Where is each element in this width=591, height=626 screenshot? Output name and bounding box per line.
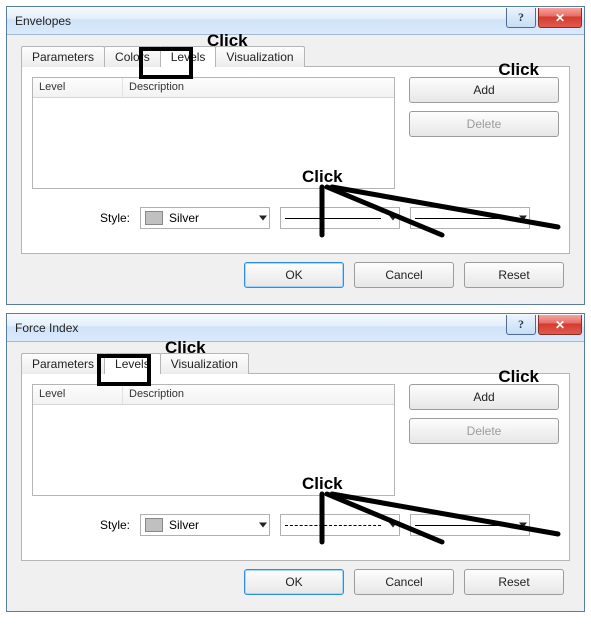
tab-strip: Parameters Levels Visualization	[21, 352, 570, 374]
delete-button: Delete	[409, 111, 559, 137]
window-title: Force Index	[15, 321, 78, 335]
list-header: Level Description	[33, 78, 394, 98]
dialog-force-index: Force Index ? ✕ Click Parameters Levels …	[6, 313, 585, 612]
tab-levels[interactable]: Levels	[104, 353, 161, 374]
levels-list[interactable]: Level Description	[32, 77, 395, 189]
chevron-down-icon	[519, 216, 527, 221]
ok-button[interactable]: OK	[244, 569, 344, 595]
tab-visualization[interactable]: Visualization	[215, 46, 304, 67]
levels-list[interactable]: Level Description	[32, 384, 395, 496]
tab-colors[interactable]: Colors	[104, 46, 161, 67]
chevron-down-icon	[519, 523, 527, 528]
tab-panel-levels: Click Level Description Add Delete Click	[21, 373, 570, 561]
add-button[interactable]: Add	[409, 384, 559, 410]
line-style-combo[interactable]	[280, 207, 400, 229]
line-preview-icon	[285, 525, 381, 526]
ok-button[interactable]: OK	[244, 262, 344, 288]
col-level[interactable]: Level	[33, 385, 123, 404]
color-name: Silver	[169, 211, 199, 225]
col-level[interactable]: Level	[33, 78, 123, 97]
window-title: Envelopes	[15, 14, 71, 28]
dialog-footer: OK Cancel Reset	[21, 561, 570, 599]
style-label: Style:	[92, 211, 130, 225]
color-name: Silver	[169, 518, 199, 532]
delete-button: Delete	[409, 418, 559, 444]
line-style-combo[interactable]	[280, 514, 400, 536]
tab-visualization[interactable]: Visualization	[160, 353, 249, 374]
dialog-envelopes: Envelopes ? ✕ Click Parameters Colors Le…	[6, 6, 585, 305]
line-width-combo[interactable]	[410, 514, 530, 536]
color-combo[interactable]: Silver	[140, 207, 270, 229]
silver-swatch-icon	[145, 211, 163, 225]
titlebar[interactable]: Force Index ? ✕	[7, 314, 584, 342]
line-preview-icon	[285, 218, 381, 219]
add-button[interactable]: Add	[409, 77, 559, 103]
cancel-button[interactable]: Cancel	[354, 569, 454, 595]
list-header: Level Description	[33, 385, 394, 405]
tab-panel-levels: Click Level Description Add Delete Click	[21, 66, 570, 254]
color-combo[interactable]: Silver	[140, 514, 270, 536]
chevron-down-icon	[259, 216, 267, 221]
silver-swatch-icon	[145, 518, 163, 532]
style-label: Style:	[92, 518, 130, 532]
help-button[interactable]: ?	[506, 315, 536, 335]
chevron-down-icon	[259, 523, 267, 528]
style-row: Style: Silver	[32, 514, 559, 536]
close-button[interactable]: ✕	[538, 8, 582, 28]
close-button[interactable]: ✕	[538, 315, 582, 335]
line-preview-icon	[415, 218, 511, 219]
help-button[interactable]: ?	[506, 8, 536, 28]
tab-levels[interactable]: Levels	[160, 46, 217, 67]
style-row: Style: Silver	[32, 207, 559, 229]
tab-parameters[interactable]: Parameters	[21, 353, 105, 374]
titlebar[interactable]: Envelopes ? ✕	[7, 7, 584, 35]
tab-strip: Parameters Colors Levels Visualization	[21, 45, 570, 67]
dialog-footer: OK Cancel Reset	[21, 254, 570, 292]
line-preview-icon	[415, 525, 511, 526]
chevron-down-icon	[389, 216, 397, 221]
cancel-button[interactable]: Cancel	[354, 262, 454, 288]
chevron-down-icon	[389, 523, 397, 528]
reset-button[interactable]: Reset	[464, 569, 564, 595]
reset-button[interactable]: Reset	[464, 262, 564, 288]
col-description[interactable]: Description	[123, 385, 394, 404]
col-description[interactable]: Description	[123, 78, 394, 97]
tab-parameters[interactable]: Parameters	[21, 46, 105, 67]
line-width-combo[interactable]	[410, 207, 530, 229]
